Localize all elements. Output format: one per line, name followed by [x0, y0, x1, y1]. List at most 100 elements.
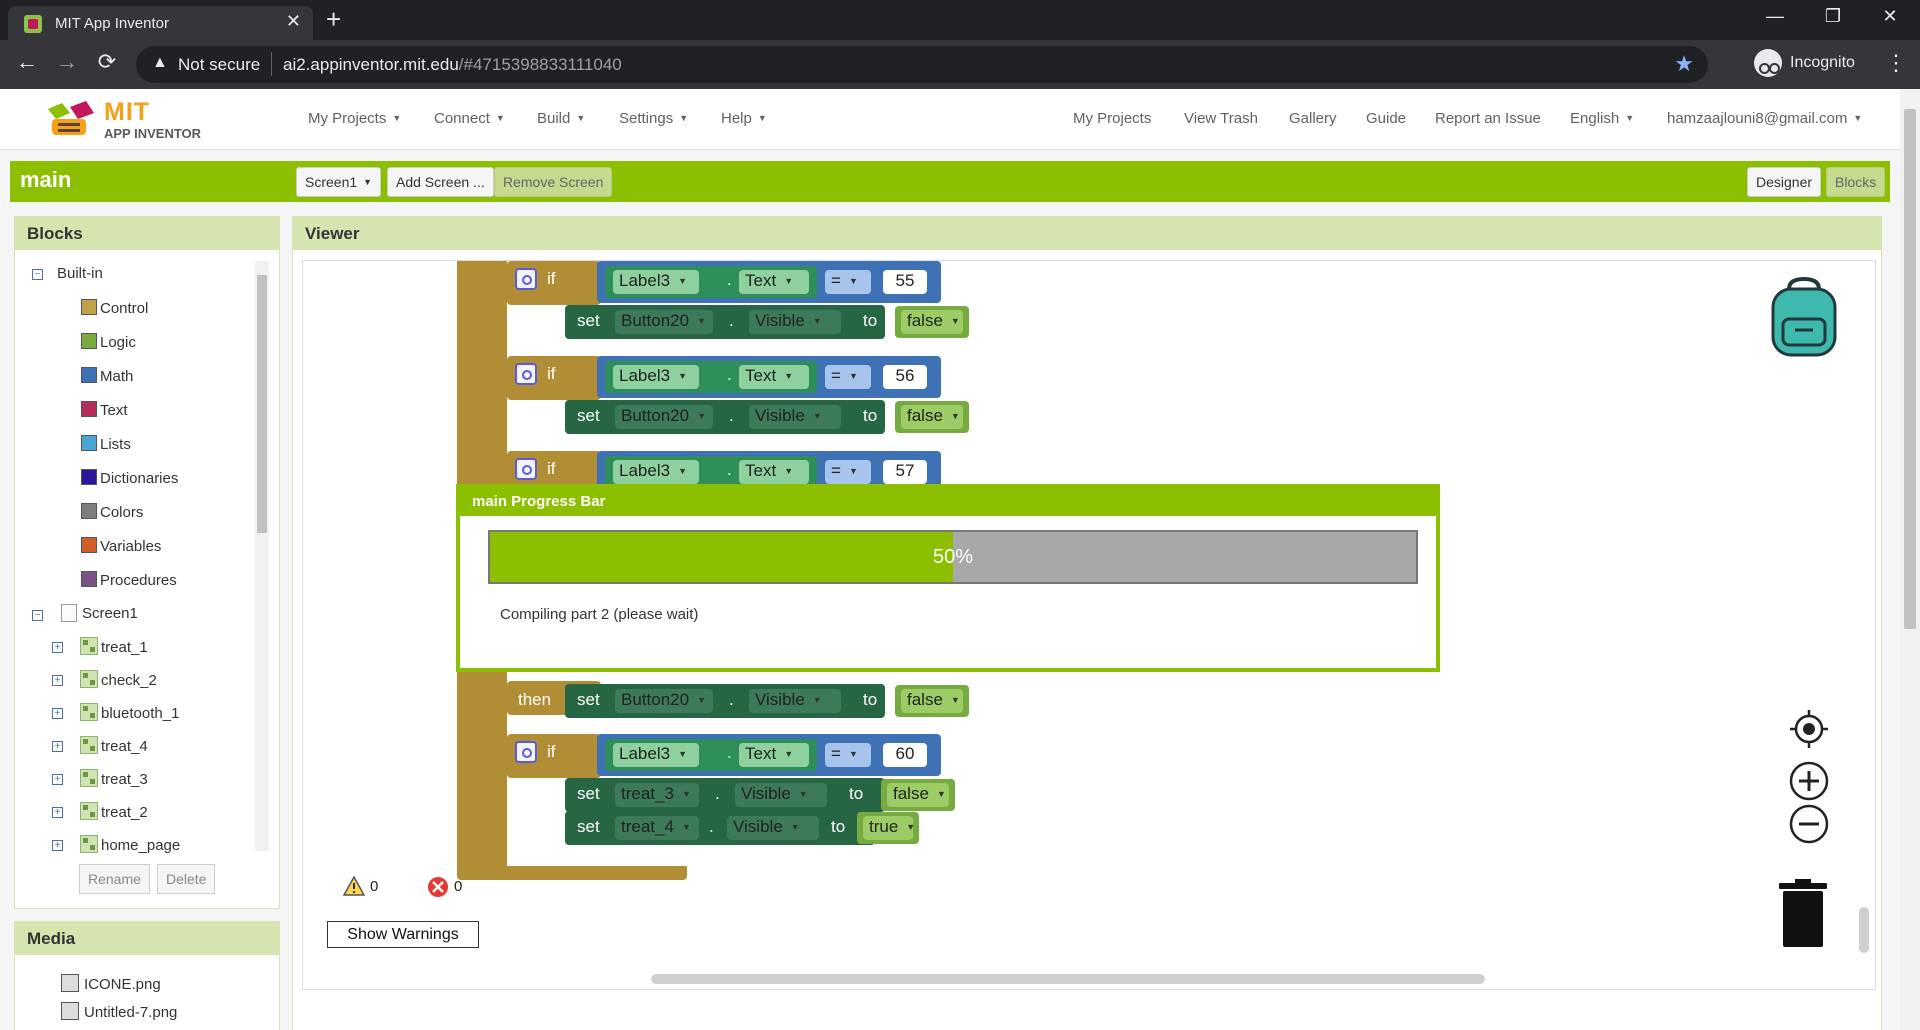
- tree-item-screen1[interactable]: Screen1: [82, 605, 138, 622]
- label-component-dropdown[interactable]: Label3 ▼: [613, 743, 699, 767]
- tree-item-procedures[interactable]: Procedures: [100, 572, 177, 589]
- trash-icon[interactable]: [1775, 879, 1831, 949]
- delete-button[interactable]: Delete: [157, 864, 216, 894]
- zoom-out-icon[interactable]: [1789, 804, 1829, 844]
- rename-button[interactable]: Rename: [79, 864, 150, 894]
- minimize-button[interactable]: —: [1752, 6, 1798, 27]
- menu-connect[interactable]: Connect ▼: [434, 110, 505, 127]
- tree-item-text[interactable]: Text: [100, 402, 128, 419]
- address-bar[interactable]: ▲ Not secure ai2.appinventor.mit.edu/#47…: [136, 46, 1708, 83]
- number-value[interactable]: 56: [883, 365, 927, 389]
- expand-component-icon[interactable]: +: [52, 840, 63, 851]
- tree-item-colors[interactable]: Colors: [100, 504, 143, 521]
- expand-component-icon[interactable]: +: [52, 774, 63, 785]
- expand-component-icon[interactable]: +: [52, 807, 63, 818]
- tree-item-lists[interactable]: Lists: [100, 436, 131, 453]
- equals-operator-dropdown[interactable]: = ▼: [825, 460, 871, 484]
- back-button[interactable]: ←: [12, 49, 42, 75]
- text-property-dropdown[interactable]: Text ▼: [739, 365, 809, 389]
- boolean-dropdown[interactable]: false ▼: [887, 783, 949, 807]
- tree-item-component[interactable]: home_page: [101, 837, 180, 854]
- boolean-dropdown[interactable]: false ▼: [901, 310, 963, 334]
- boolean-dropdown[interactable]: false ▼: [901, 405, 963, 429]
- account-menu[interactable]: hamzaajlouni8@gmail.com ▼: [1667, 110, 1862, 127]
- media-file-untitled[interactable]: Untitled-7.png: [84, 1004, 177, 1021]
- gear-mutator-icon[interactable]: [515, 741, 537, 763]
- tree-item-component[interactable]: treat_2: [101, 804, 148, 821]
- number-value[interactable]: 60: [883, 743, 927, 767]
- set-treat4-visible-block[interactable]: [565, 811, 875, 845]
- language-menu[interactable]: English ▼: [1570, 110, 1634, 127]
- designer-button[interactable]: Designer: [1747, 167, 1822, 197]
- page-scrollbar[interactable]: [1900, 89, 1920, 1030]
- component-dropdown[interactable]: Button20 ▼: [615, 689, 713, 713]
- remove-screen-button[interactable]: Remove Screen: [494, 167, 613, 197]
- link-view-trash[interactable]: View Trash: [1184, 110, 1258, 127]
- add-screen-button[interactable]: Add Screen ...: [387, 167, 494, 197]
- blocks-tree-scrollbar[interactable]: [255, 261, 269, 851]
- restore-button[interactable]: ❐: [1810, 6, 1856, 27]
- text-property-dropdown[interactable]: Text ▼: [739, 270, 809, 294]
- link-my-projects[interactable]: My Projects: [1073, 110, 1151, 127]
- link-gallery[interactable]: Gallery: [1289, 110, 1337, 127]
- tab-close-icon[interactable]: ✕: [286, 11, 301, 32]
- collapse-screen1-icon[interactable]: −: [32, 610, 43, 621]
- workspace-vertical-scrollbar[interactable]: [1859, 907, 1869, 953]
- gear-mutator-icon[interactable]: [515, 458, 537, 480]
- number-value[interactable]: 55: [883, 270, 927, 294]
- label-component-dropdown[interactable]: Label3 ▼: [613, 365, 699, 389]
- collapse-builtin-icon[interactable]: −: [32, 269, 43, 280]
- menu-build[interactable]: Build ▼: [537, 110, 585, 127]
- center-view-icon[interactable]: [1789, 709, 1829, 749]
- expand-component-icon[interactable]: +: [52, 741, 63, 752]
- menu-my-projects[interactable]: My Projects ▼: [308, 110, 401, 127]
- scrollbar-thumb[interactable]: [257, 275, 267, 533]
- gear-mutator-icon[interactable]: [515, 363, 537, 385]
- control-block-bottom[interactable]: [457, 866, 687, 880]
- page-scrollbar-thumb[interactable]: [1904, 109, 1916, 629]
- close-window-button[interactable]: ✕: [1867, 6, 1913, 27]
- tree-item-component[interactable]: treat_4: [101, 738, 148, 755]
- incognito-profile[interactable]: Incognito: [1754, 47, 1870, 81]
- new-tab-button[interactable]: +: [326, 4, 341, 35]
- component-dropdown[interactable]: treat_3 ▼: [615, 783, 699, 807]
- reload-button[interactable]: ⟳: [92, 49, 122, 75]
- mit-app-inventor-logo[interactable]: MIT APP INVENTOR: [44, 97, 224, 145]
- visible-property-dropdown[interactable]: Visible ▼: [735, 783, 827, 807]
- menu-settings[interactable]: Settings ▼: [619, 110, 688, 127]
- expand-component-icon[interactable]: +: [52, 708, 63, 719]
- tree-item-logic[interactable]: Logic: [100, 334, 136, 351]
- tree-item-component[interactable]: bluetooth_1: [101, 705, 179, 722]
- component-dropdown[interactable]: Button20 ▼: [615, 405, 713, 429]
- text-property-dropdown[interactable]: Text ▼: [739, 743, 809, 767]
- workspace-horizontal-scrollbar[interactable]: [651, 974, 1485, 984]
- tree-item-component[interactable]: check_2: [101, 672, 157, 689]
- menu-help[interactable]: Help ▼: [721, 110, 767, 127]
- expand-component-icon[interactable]: +: [52, 642, 63, 653]
- link-guide[interactable]: Guide: [1366, 110, 1406, 127]
- component-dropdown[interactable]: treat_4 ▼: [615, 816, 699, 840]
- backpack-icon[interactable]: [1761, 275, 1847, 361]
- media-file-icone[interactable]: ICONE.png: [84, 976, 161, 993]
- equals-operator-dropdown[interactable]: = ▼: [825, 743, 871, 767]
- browser-menu-icon[interactable]: ⋮: [1885, 50, 1907, 76]
- equals-operator-dropdown[interactable]: = ▼: [825, 270, 871, 294]
- tree-item-dictionaries[interactable]: Dictionaries: [100, 470, 178, 487]
- tree-item-component[interactable]: treat_1: [101, 639, 148, 656]
- forward-button[interactable]: →: [52, 49, 82, 75]
- number-value[interactable]: 57: [883, 460, 927, 484]
- text-property-dropdown[interactable]: Text ▼: [739, 460, 809, 484]
- link-report-issue[interactable]: Report an Issue: [1435, 110, 1541, 127]
- tree-item-component[interactable]: treat_3: [101, 771, 148, 788]
- zoom-in-icon[interactable]: [1789, 761, 1829, 801]
- gear-mutator-icon[interactable]: [515, 268, 537, 290]
- label-component-dropdown[interactable]: Label3 ▼: [613, 460, 699, 484]
- tree-item-variables[interactable]: Variables: [100, 538, 161, 555]
- browser-tab[interactable]: MIT App Inventor ✕: [8, 6, 313, 40]
- equals-operator-dropdown[interactable]: = ▼: [825, 365, 871, 389]
- visible-property-dropdown[interactable]: Visible ▼: [727, 816, 819, 840]
- boolean-dropdown[interactable]: true ▼: [863, 816, 915, 840]
- tree-item-math[interactable]: Math: [100, 368, 133, 385]
- url-text[interactable]: ai2.appinventor.mit.edu/#471539883311104…: [283, 55, 622, 75]
- visible-property-dropdown[interactable]: Visible ▼: [749, 310, 841, 334]
